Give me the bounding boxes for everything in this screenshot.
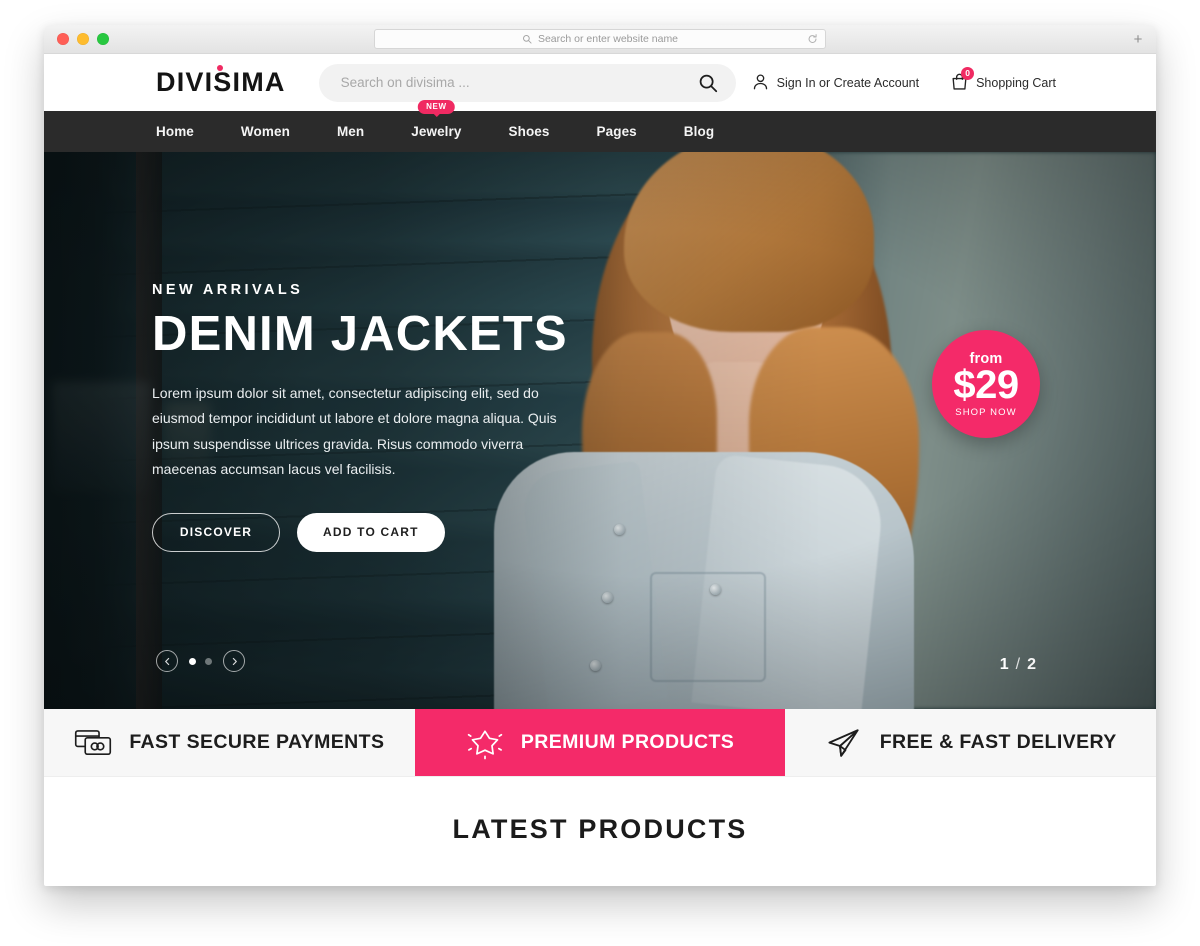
cart-label: Shopping Cart [976, 75, 1056, 90]
address-bar-placeholder: Search or enter website name [537, 33, 679, 45]
latest-products-title: LATEST PRODUCTS [452, 813, 748, 844]
feature-label: FAST SECURE PAYMENTS [129, 731, 385, 753]
feature-fast-secure-payments[interactable]: FAST SECURE PAYMENTS [44, 709, 415, 776]
paper-plane-icon [828, 728, 859, 757]
nav-item-home[interactable]: Home [156, 124, 194, 139]
main-navigation: Home Women Men NEW Jewelry Shoes Pages B… [44, 100, 1156, 152]
search-icon [522, 35, 532, 44]
sign-in-link[interactable]: Sign In or Create Account [751, 72, 919, 93]
window-zoom-button[interactable] [97, 33, 109, 45]
nav-item-men[interactable]: Men [337, 124, 364, 139]
chevron-left-icon [164, 657, 169, 665]
header-actions: Sign In or Create Account 0 Shopping Car… [751, 67, 1056, 93]
discover-button[interactable]: DISCOVER [152, 512, 280, 552]
feature-label: FREE & FAST DELIVERY [879, 731, 1117, 753]
price-badge-cta: SHOP NOW [955, 406, 1017, 418]
nav-item-pages[interactable]: Pages [597, 124, 637, 139]
feature-label: PREMIUM PRODUCTS [520, 731, 735, 753]
chevron-right-icon [232, 657, 237, 665]
search-icon [699, 74, 717, 92]
nav-item-women[interactable]: Women [241, 124, 290, 139]
search-input[interactable] [340, 75, 696, 90]
browser-address-bar[interactable]: Search or enter website name [374, 29, 826, 49]
site-header: DIVISIMA Search on divisima ... Sign In … [44, 54, 1156, 111]
nav-item-jewelry[interactable]: NEW Jewelry [411, 100, 462, 139]
hero-carousel: NEW ARRIVALS DENIM JACKETS Lorem ipsum d… [44, 152, 1156, 709]
window-minimize-button[interactable] [77, 33, 89, 45]
carousel-dots [189, 657, 212, 665]
new-tab-button[interactable]: + [1128, 29, 1148, 49]
window-traffic-lights [57, 33, 109, 45]
window-close-button[interactable] [57, 33, 69, 45]
page-canvas: Search or enter website name + DIVISIMA [0, 0, 1200, 946]
nav-item-shoes[interactable]: Shoes [509, 124, 550, 139]
nav-item-jewelry-label: Jewelry [411, 124, 462, 139]
hero-eyebrow: NEW ARRIVALS [152, 282, 304, 298]
feature-free-fast-delivery[interactable]: FREE & FAST DELIVERY [785, 709, 1156, 776]
user-icon [751, 72, 770, 93]
hero-title: DENIM JACKETS [152, 307, 568, 361]
price-badge[interactable]: from $29 SHOP NOW [932, 330, 1040, 438]
carousel-controls [156, 650, 245, 672]
carousel-prev-button[interactable] [156, 650, 178, 672]
site-logo[interactable]: DIVISIMA [156, 65, 286, 97]
carousel-dot-2[interactable] [205, 657, 212, 665]
hero-actions: DISCOVER ADD TO CART [152, 512, 582, 552]
sign-in-label: Sign In or Create Account [776, 75, 920, 90]
nav-item-blog[interactable]: Blog [684, 124, 714, 139]
credit-cards-icon [75, 729, 112, 755]
carousel-counter: 1 / 2 [1000, 656, 1036, 674]
search-submit-button[interactable] [696, 71, 720, 95]
carousel-separator: / [1015, 656, 1021, 673]
reload-icon[interactable] [807, 34, 818, 45]
site-logo-text: DIVISIMA [156, 67, 286, 97]
hero-slide-content: NEW ARRIVALS DENIM JACKETS Lorem ipsum d… [152, 282, 582, 552]
features-bar: FAST SECURE PAYMENTS PREMIUM PRODUCTS FR… [44, 709, 1156, 777]
carousel-dot-1[interactable] [189, 657, 196, 665]
shopping-bag-icon: 0 [950, 67, 975, 93]
carousel-total: 2 [1027, 656, 1036, 673]
nav-new-badge: NEW [418, 100, 455, 114]
browser-window: Search or enter website name + DIVISIMA [44, 25, 1156, 886]
price-badge-amount: $29 [953, 362, 1019, 407]
feature-premium-products[interactable]: PREMIUM PRODUCTS [414, 709, 786, 776]
carousel-current-index: 1 [999, 656, 1009, 673]
add-to-cart-button[interactable]: ADD TO CART [297, 512, 445, 552]
browser-chrome: Search or enter website name + [44, 25, 1156, 54]
logo-accent-dot [217, 65, 223, 71]
site-search[interactable] [318, 63, 736, 102]
latest-products-section: LATEST PRODUCTS [44, 777, 1156, 881]
carousel-next-button[interactable] [223, 650, 245, 672]
hero-description: Lorem ipsum dolor sit amet, consectetur … [152, 384, 557, 478]
star-sparkle-icon [467, 729, 503, 759]
shopping-cart-link[interactable]: 0 Shopping Cart [950, 67, 1056, 93]
cart-count-badge: 0 [961, 67, 975, 80]
